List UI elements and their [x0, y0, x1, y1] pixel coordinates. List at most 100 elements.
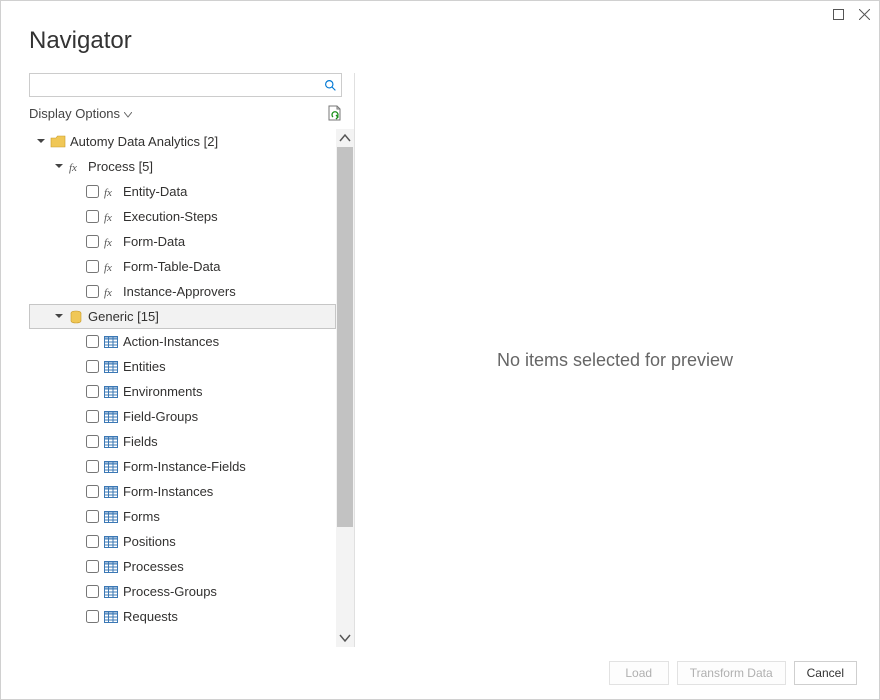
load-button[interactable]: Load	[609, 661, 669, 685]
disclosure-icon[interactable]	[36, 134, 46, 149]
fx-icon: fx	[103, 209, 119, 225]
tree-checkbox[interactable]	[86, 185, 99, 198]
tree-row[interactable]: fx Instance-Approvers	[29, 279, 336, 304]
tree-label: Entity-Data	[123, 184, 187, 199]
navigator-left-pane: Display Options Automy Data Analytics [2…	[9, 73, 354, 647]
tree-label: Fields	[123, 434, 158, 449]
svg-text:fx: fx	[104, 287, 112, 299]
tree-row[interactable]: Form-Instance-Fields	[29, 454, 336, 479]
tree-row[interactable]: Automy Data Analytics [2]	[29, 129, 336, 154]
table-icon	[103, 609, 119, 625]
svg-text:fx: fx	[104, 262, 112, 274]
search-input[interactable]	[30, 76, 319, 95]
search-box[interactable]	[29, 73, 342, 97]
tree-label: Forms	[123, 509, 160, 524]
tree-label: Generic [15]	[88, 309, 159, 324]
preview-empty-message: No items selected for preview	[497, 350, 733, 371]
transform-data-button[interactable]: Transform Data	[677, 661, 786, 685]
tree-checkbox[interactable]	[86, 535, 99, 548]
svg-text:fx: fx	[69, 162, 77, 174]
object-tree[interactable]: Automy Data Analytics [2] fx Process [5]…	[29, 129, 336, 647]
disclosure-icon[interactable]	[54, 159, 64, 174]
tree-label: Execution-Steps	[123, 209, 218, 224]
fx-icon: fx	[103, 259, 119, 275]
tree-checkbox[interactable]	[86, 210, 99, 223]
tree-row[interactable]: Entities	[29, 354, 336, 379]
tree-checkbox[interactable]	[86, 585, 99, 598]
tree-label: Environments	[123, 384, 202, 399]
scroll-up-arrow[interactable]	[336, 129, 354, 147]
dialog-title: Navigator	[1, 21, 879, 73]
tree-row[interactable]: Action-Instances	[29, 329, 336, 354]
tree-label: Form-Instance-Fields	[123, 459, 246, 474]
fx-icon: fx	[68, 159, 84, 175]
tree-scrollbar[interactable]	[336, 129, 354, 647]
scroll-down-arrow[interactable]	[336, 629, 354, 647]
table-icon	[103, 559, 119, 575]
tree-label: Automy Data Analytics [2]	[70, 134, 218, 149]
tree-checkbox[interactable]	[86, 285, 99, 298]
tree-label: Action-Instances	[123, 334, 219, 349]
window-titlebar	[1, 1, 879, 21]
tree-checkbox[interactable]	[86, 510, 99, 523]
scrollbar-thumb[interactable]	[337, 147, 353, 527]
table-icon	[103, 459, 119, 475]
tree-checkbox[interactable]	[86, 385, 99, 398]
tree-checkbox[interactable]	[86, 485, 99, 498]
tree-row[interactable]: fx Process [5]	[29, 154, 336, 179]
tree-row[interactable]: Generic [15]	[29, 304, 336, 329]
fx-icon: fx	[103, 284, 119, 300]
table-icon	[103, 384, 119, 400]
tree-checkbox[interactable]	[86, 435, 99, 448]
tree-row[interactable]: Field-Groups	[29, 404, 336, 429]
tree-checkbox[interactable]	[86, 560, 99, 573]
disclosure-icon[interactable]	[54, 309, 64, 324]
tree-checkbox[interactable]	[86, 260, 99, 273]
tree-row[interactable]: fx Execution-Steps	[29, 204, 336, 229]
search-icon[interactable]	[319, 79, 341, 92]
svg-text:fx: fx	[104, 212, 112, 224]
display-options-dropdown[interactable]: Display Options	[29, 106, 132, 121]
folder-icon	[50, 134, 66, 150]
close-icon[interactable]	[857, 7, 871, 21]
tree-checkbox[interactable]	[86, 460, 99, 473]
fx-icon: fx	[103, 184, 119, 200]
preview-pane: No items selected for preview	[359, 73, 871, 647]
tree-checkbox[interactable]	[86, 335, 99, 348]
tree-label: Entities	[123, 359, 166, 374]
table-icon	[103, 534, 119, 550]
tree-checkbox[interactable]	[86, 410, 99, 423]
table-icon	[103, 509, 119, 525]
tree-row[interactable]: fx Form-Data	[29, 229, 336, 254]
table-icon	[103, 584, 119, 600]
table-icon	[103, 434, 119, 450]
db-icon	[68, 309, 84, 325]
tree-label: Processes	[123, 559, 184, 574]
tree-label: Field-Groups	[123, 409, 198, 424]
tree-row[interactable]: fx Entity-Data	[29, 179, 336, 204]
refresh-icon[interactable]	[326, 105, 342, 121]
tree-row[interactable]: Environments	[29, 379, 336, 404]
tree-row[interactable]: Fields	[29, 429, 336, 454]
table-icon	[103, 409, 119, 425]
tree-row[interactable]: Process-Groups	[29, 579, 336, 604]
tree-row[interactable]: fx Form-Table-Data	[29, 254, 336, 279]
tree-row[interactable]: Requests	[29, 604, 336, 629]
tree-label: Instance-Approvers	[123, 284, 236, 299]
fx-icon: fx	[103, 234, 119, 250]
tree-label: Positions	[123, 534, 176, 549]
tree-checkbox[interactable]	[86, 610, 99, 623]
tree-checkbox[interactable]	[86, 360, 99, 373]
maximize-icon[interactable]	[831, 7, 845, 21]
tree-checkbox[interactable]	[86, 235, 99, 248]
table-icon	[103, 334, 119, 350]
dialog-footer: Load Transform Data Cancel	[1, 647, 879, 699]
cancel-button[interactable]: Cancel	[794, 661, 857, 685]
tree-row[interactable]: Form-Instances	[29, 479, 336, 504]
table-icon	[103, 359, 119, 375]
tree-row[interactable]: Forms	[29, 504, 336, 529]
tree-row[interactable]: Positions	[29, 529, 336, 554]
chevron-down-icon	[124, 106, 132, 121]
tree-row[interactable]: Processes	[29, 554, 336, 579]
tree-label: Requests	[123, 609, 178, 624]
